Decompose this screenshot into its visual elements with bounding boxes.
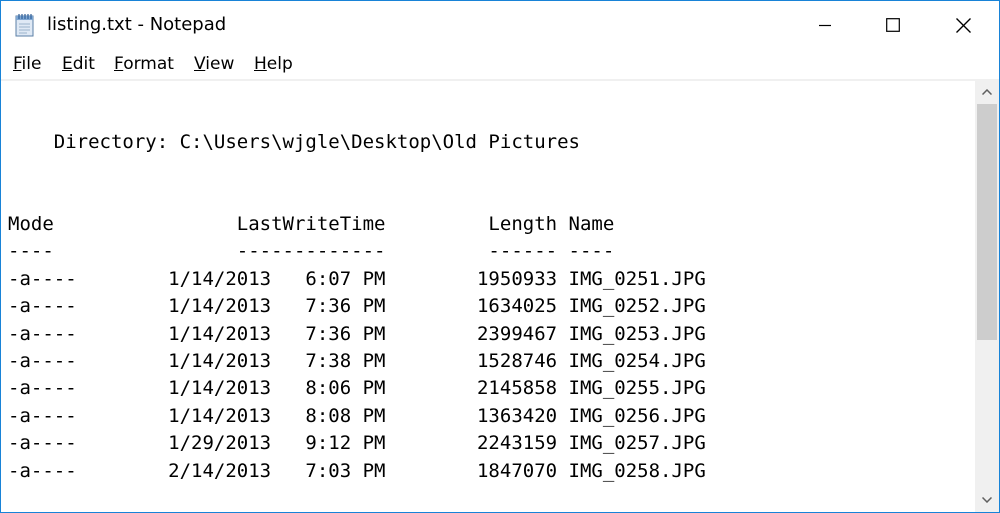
- vertical-scrollbar[interactable]: [975, 80, 999, 512]
- close-icon: [955, 17, 971, 33]
- maximize-button[interactable]: [861, 1, 925, 49]
- text-editor[interactable]: Directory: C:\Users\wjgle\Desktop\Old Pi…: [1, 80, 975, 512]
- scroll-down-button[interactable]: [975, 488, 999, 512]
- minimize-button[interactable]: [793, 1, 857, 49]
- menu-file[interactable]: File: [13, 49, 41, 79]
- chevron-up-icon: [982, 89, 992, 95]
- notepad-window: listing.txt - Notepad File Edit Format V…: [0, 0, 1000, 513]
- menu-view[interactable]: View: [194, 49, 234, 79]
- notepad-icon[interactable]: [14, 13, 36, 37]
- window-title: listing.txt - Notepad: [47, 14, 227, 35]
- minimize-icon: [819, 24, 831, 27]
- menu-bar: File Edit Format View Help: [1, 49, 999, 80]
- menu-format[interactable]: Format: [114, 49, 174, 79]
- chevron-down-icon: [982, 497, 992, 503]
- scroll-thumb[interactable]: [977, 104, 997, 340]
- menu-help[interactable]: Help: [254, 49, 293, 79]
- maximize-icon: [886, 18, 900, 32]
- scroll-up-button[interactable]: [975, 80, 999, 104]
- close-button[interactable]: [931, 1, 995, 49]
- menu-edit[interactable]: Edit: [62, 49, 95, 79]
- title-bar[interactable]: listing.txt - Notepad: [1, 1, 999, 49]
- document-text[interactable]: Directory: C:\Users\wjgle\Desktop\Old Pi…: [8, 81, 706, 485]
